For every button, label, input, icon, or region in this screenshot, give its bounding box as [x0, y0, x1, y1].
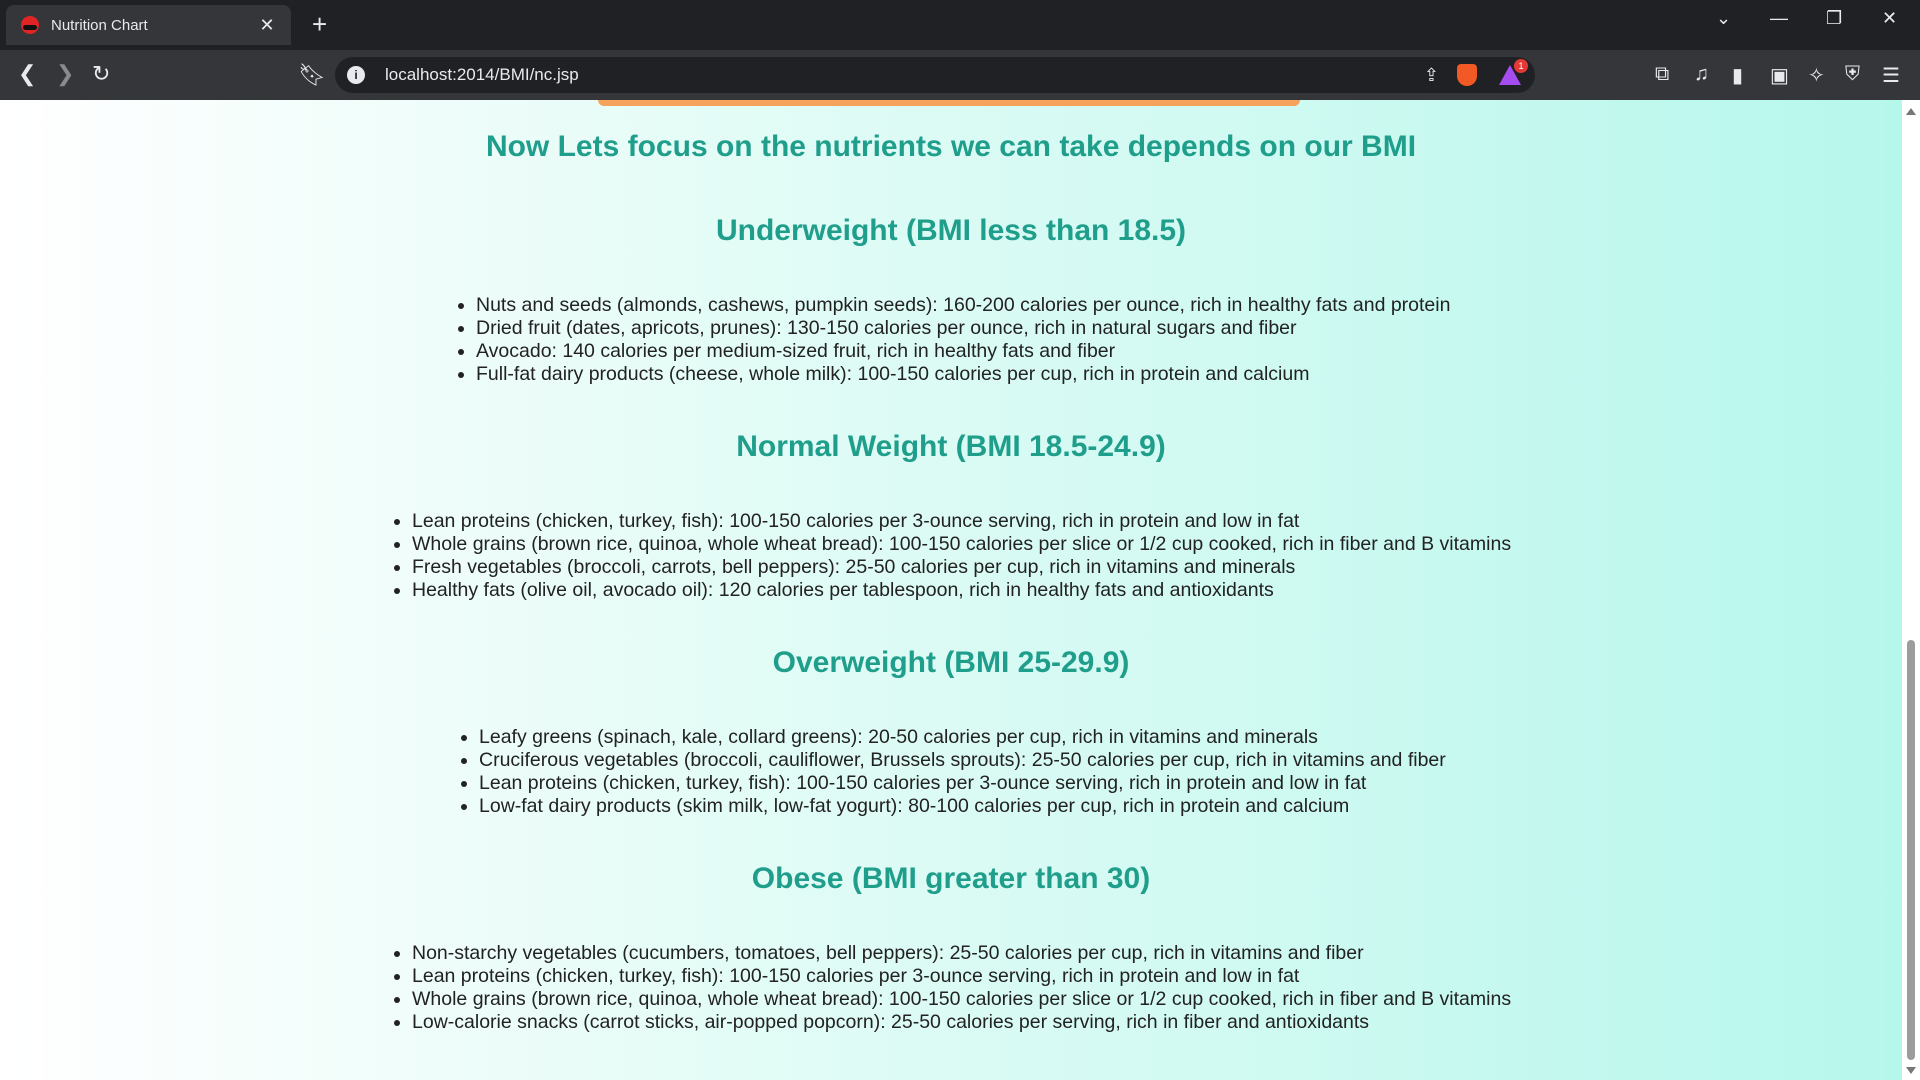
reload-icon[interactable]: ↻	[92, 62, 110, 86]
browser-toolbar: ❮ ❯ ↻ 🔖︎ i localhost:2014/BMI/nc.jsp ⇪ 1…	[0, 50, 1920, 100]
tab-nutrition-chart[interactable]: Nutrition Chart ✕	[6, 5, 291, 45]
close-window-icon[interactable]: ✕	[1882, 8, 1897, 29]
brave-rewards-icon[interactable]: 1	[1499, 59, 1528, 85]
nutrient-list: Non-starchy vegetables (cucumbers, tomat…	[388, 942, 1511, 1034]
list-item: Healthy fats (olive oil, avocado oil): 1…	[412, 579, 1511, 602]
leo-ai-icon[interactable]: ✧	[1808, 63, 1825, 88]
page-content: Now Lets focus on the nutrients we can t…	[0, 100, 1902, 1080]
list-item: Lean proteins (chicken, turkey, fish): 1…	[412, 510, 1511, 533]
list-item: Whole grains (brown rice, quinoa, whole …	[412, 988, 1511, 1011]
page-heading: Now Lets focus on the nutrients we can t…	[485, 130, 1417, 163]
nutrient-list: Lean proteins (chicken, turkey, fish): 1…	[388, 510, 1511, 602]
list-item: Low-fat dairy products (skim milk, low-f…	[479, 795, 1446, 818]
list-item: Low-calorie snacks (carrot sticks, air-p…	[412, 1011, 1511, 1034]
list-item: Full-fat dairy products (cheese, whole m…	[476, 363, 1450, 386]
nutrient-list: Leafy greens (spinach, kale, collard gre…	[455, 726, 1446, 818]
media-icon[interactable]: ♫	[1694, 63, 1709, 86]
rewards-badge: 1	[1514, 59, 1528, 73]
back-icon[interactable]: ❮	[18, 62, 36, 86]
address-bar[interactable]: i localhost:2014/BMI/nc.jsp ⇪ 1	[335, 57, 1535, 93]
list-item: Nuts and seeds (almonds, cashews, pumpki…	[476, 294, 1450, 317]
close-tab-icon[interactable]: ✕	[257, 15, 277, 36]
wallet-icon[interactable]: ▣	[1770, 63, 1789, 88]
scroll-down-icon[interactable]	[1906, 1067, 1916, 1074]
scrollbar-thumb[interactable]	[1907, 640, 1915, 1060]
list-item: Leafy greens (spinach, kale, collard gre…	[479, 726, 1446, 749]
restore-icon[interactable]: ❐	[1826, 8, 1842, 29]
list-item: Lean proteins (chicken, turkey, fish): 1…	[479, 772, 1446, 795]
section-title: Normal Weight (BMI 18.5-24.9)	[736, 430, 1166, 463]
tab-search-chevron-icon[interactable]: ⌄	[1716, 8, 1731, 29]
list-item: Whole grains (brown rice, quinoa, whole …	[412, 533, 1511, 556]
bookmark-icon[interactable]: 🔖︎	[298, 62, 326, 88]
list-item: Dried fruit (dates, apricots, prunes): 1…	[476, 317, 1450, 340]
list-item: Avocado: 140 calories per medium-sized f…	[476, 340, 1450, 363]
section-title: Obese (BMI greater than 30)	[751, 862, 1151, 895]
share-icon[interactable]: ⇪	[1424, 65, 1439, 86]
list-item: Fresh vegetables (broccoli, carrots, bel…	[412, 556, 1511, 579]
list-item: Lean proteins (chicken, turkey, fish): 1…	[412, 965, 1511, 988]
site-info-icon[interactable]: i	[347, 66, 365, 84]
menu-icon[interactable]: ☰	[1882, 63, 1900, 88]
accent-bar	[598, 100, 1300, 106]
section-title: Overweight (BMI 25-29.9)	[772, 646, 1130, 679]
sidebar-icon[interactable]: ▮	[1732, 63, 1743, 88]
section-title: Underweight (BMI less than 18.5)	[715, 214, 1187, 247]
brave-shields-icon[interactable]	[1457, 64, 1477, 86]
list-item: Cruciferous vegetables (broccoli, caulif…	[479, 749, 1446, 772]
url-text[interactable]: localhost:2014/BMI/nc.jsp	[385, 65, 1424, 85]
vertical-scrollbar[interactable]	[1902, 100, 1920, 1080]
vpn-icon[interactable]: ⛨	[1845, 63, 1860, 86]
forward-icon[interactable]: ❯	[56, 62, 74, 86]
minimize-icon[interactable]: —	[1770, 8, 1788, 29]
tab-title: Nutrition Chart	[51, 16, 148, 34]
list-item: Non-starchy vegetables (cucumbers, tomat…	[412, 942, 1511, 965]
scroll-up-icon[interactable]	[1906, 108, 1916, 115]
extensions-icon[interactable]: ⧉	[1655, 63, 1669, 86]
redhat-favicon-icon	[21, 16, 39, 34]
nutrient-list: Nuts and seeds (almonds, cashews, pumpki…	[452, 294, 1450, 386]
tab-strip: Nutrition Chart ✕ + ⌄ — ❐ ✕	[0, 0, 1920, 50]
new-tab-button[interactable]: +	[312, 10, 327, 38]
